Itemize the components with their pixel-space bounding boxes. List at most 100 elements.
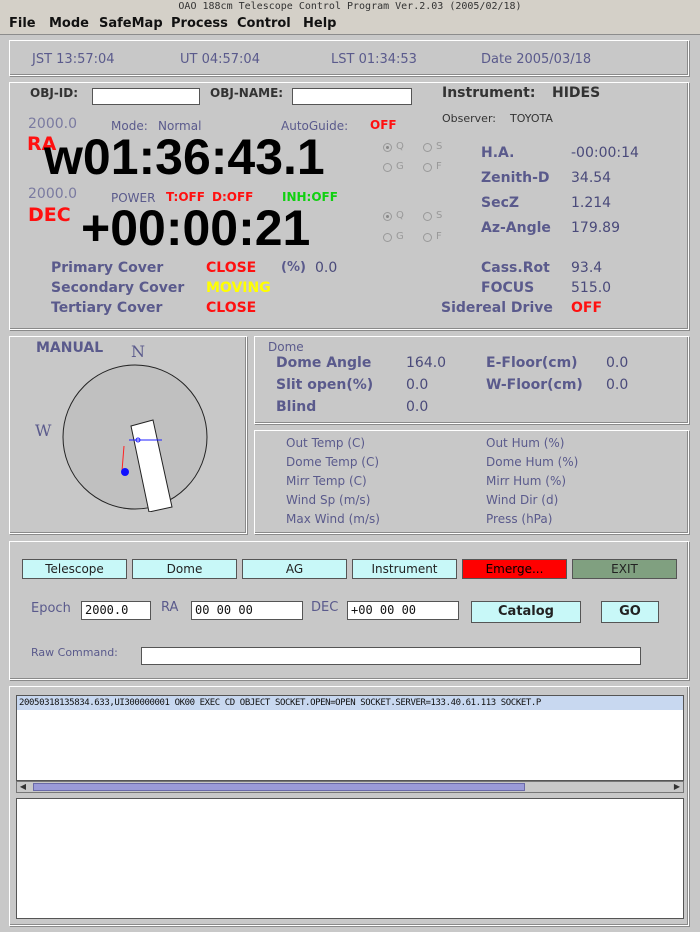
- ra-radio-g[interactable]: [383, 163, 392, 172]
- e-floor-label: E-Floor(cm): [486, 355, 578, 371]
- sidereal-drive-value: OFF: [571, 300, 603, 316]
- focus-label: FOCUS: [481, 280, 535, 296]
- menu-file[interactable]: File: [9, 16, 36, 31]
- dec-radio-s-label: S: [436, 210, 443, 221]
- out-temp-label: Out Temp (C): [286, 436, 366, 450]
- mirr-temp-label: Mirr Temp (C): [286, 474, 367, 488]
- scroll-right-icon[interactable]: ▶: [671, 782, 683, 792]
- ra-radio-q[interactable]: [383, 143, 392, 152]
- dec-input-label: DEC: [311, 600, 339, 615]
- zenith-label: Zenith-D: [481, 170, 550, 186]
- ra-radio-s[interactable]: [423, 143, 432, 152]
- log-panel: 20050318135834.633,UI300000001 OK00 EXEC…: [9, 686, 689, 926]
- secz-value: 1.214: [571, 195, 612, 211]
- telescope-status-panel: OBJ-ID: OBJ-NAME: Instrument: HIDES Obse…: [9, 82, 689, 330]
- tertiary-cover-value: CLOSE: [206, 300, 257, 316]
- catalog-button[interactable]: Catalog: [471, 601, 581, 623]
- scroll-left-icon[interactable]: ◀: [17, 782, 29, 792]
- ha-label: H.A.: [481, 145, 515, 161]
- menu-process[interactable]: Process: [171, 16, 228, 31]
- ra-radio-f-label: F: [436, 161, 442, 172]
- dec-radio-q-label: Q: [396, 210, 404, 221]
- cover-pct-label: (%): [281, 260, 306, 275]
- menu-bar: File Mode SafeMap Process Control Help: [0, 15, 700, 35]
- menu-safemap[interactable]: SafeMap: [99, 16, 163, 31]
- max-wind-label: Max Wind (m/s): [286, 512, 380, 526]
- instrument-button[interactable]: Instrument: [352, 559, 457, 579]
- raw-command-input[interactable]: [141, 647, 641, 665]
- menu-control[interactable]: Control: [237, 16, 291, 31]
- log-output[interactable]: 20050318135834.633,UI300000001 OK00 EXEC…: [16, 695, 684, 781]
- secondary-cover-value: MOVING: [206, 280, 271, 296]
- wind-dir-label: Wind Dir (d): [486, 493, 559, 507]
- title-bar: OAO 188cm Telescope Control Program Ver.…: [0, 0, 700, 16]
- obj-name-input[interactable]: [292, 88, 412, 105]
- ra-input-label: RA: [161, 600, 179, 615]
- autoguide-value: OFF: [370, 118, 397, 132]
- message-area[interactable]: [16, 798, 684, 919]
- sidereal-drive-label: Sidereal Drive: [441, 300, 553, 316]
- obj-id-input[interactable]: [92, 88, 200, 105]
- wind-speed-label: Wind Sp (m/s): [286, 493, 371, 507]
- ra-input[interactable]: 00 00 00: [191, 601, 303, 620]
- observer-label: Observer:: [442, 112, 496, 125]
- menu-help[interactable]: Help: [303, 16, 336, 31]
- telescope-marker: [121, 468, 129, 476]
- focus-value: 515.0: [571, 280, 612, 296]
- scroll-thumb[interactable]: [33, 783, 525, 791]
- west-label: W: [35, 421, 52, 440]
- ag-button[interactable]: AG: [242, 559, 347, 579]
- cass-rot-label: Cass.Rot: [481, 260, 550, 276]
- secondary-cover-label: Secondary Cover: [51, 280, 185, 296]
- zenith-value: 34.54: [571, 170, 612, 186]
- log-horizontal-scrollbar[interactable]: ◀ ▶: [16, 781, 684, 793]
- primary-cover-label: Primary Cover: [51, 260, 164, 276]
- dome-panel: Dome Dome Angle 164.0 Slit open(%) 0.0 B…: [254, 336, 689, 424]
- w-floor-value: 0.0: [606, 377, 629, 393]
- window-title: OAO 188cm Telescope Control Program Ver.…: [178, 1, 522, 12]
- dome-hum-label: Dome Hum (%): [486, 455, 579, 469]
- observer-value: TOYOTA: [510, 112, 553, 125]
- jst-readout: JST 13:57:04: [32, 52, 115, 67]
- dec-value: +00:00:21: [81, 200, 311, 256]
- sky-map-panel: MANUAL N W: [9, 336, 247, 534]
- dec-radio-f-label: F: [436, 231, 442, 242]
- epoch-input[interactable]: 2000.0: [81, 601, 151, 620]
- weather-panel: Out Temp (C) Dome Temp (C) Mirr Temp (C)…: [254, 430, 689, 534]
- map-mode-label: MANUAL: [36, 340, 104, 356]
- date-readout: Date 2005/03/18: [481, 52, 592, 67]
- telescope-button[interactable]: Telescope: [22, 559, 127, 579]
- obj-id-label: OBJ-ID:: [30, 86, 79, 100]
- instrument-value: HIDES: [552, 85, 601, 101]
- ra-radio-f[interactable]: [423, 163, 432, 172]
- az-value: 179.89: [571, 220, 620, 236]
- mirr-hum-label: Mirr Hum (%): [486, 474, 567, 488]
- cover-pct-value: 0.0: [315, 260, 338, 276]
- dec-radio-g-label: G: [396, 231, 404, 242]
- obj-name-label: OBJ-NAME:: [210, 86, 284, 100]
- dec-input[interactable]: +00 00 00: [347, 601, 459, 620]
- ra-radio-q-label: Q: [396, 141, 404, 152]
- control-panel: Telescope Dome AG Instrument Emerge... E…: [9, 541, 689, 680]
- raw-command-label: Raw Command:: [31, 646, 118, 659]
- primary-cover-value: CLOSE: [206, 260, 257, 276]
- dome-button[interactable]: Dome: [132, 559, 237, 579]
- time-panel: JST 13:57:04 UT 04:57:04 LST 01:34:53 Da…: [9, 40, 689, 76]
- go-button[interactable]: GO: [601, 601, 659, 623]
- dome-angle-value: 164.0: [406, 355, 447, 371]
- dec-radio-f[interactable]: [423, 233, 432, 242]
- out-hum-label: Out Hum (%): [486, 436, 565, 450]
- dec-radio-s[interactable]: [423, 212, 432, 221]
- menu-mode[interactable]: Mode: [49, 16, 89, 31]
- dec-radio-q[interactable]: [383, 212, 392, 221]
- exit-button[interactable]: EXIT: [572, 559, 677, 579]
- dome-position-map: [62, 364, 208, 512]
- ut-readout: UT 04:57:04: [180, 52, 260, 67]
- blind-label: Blind: [276, 399, 317, 415]
- dome-temp-label: Dome Temp (C): [286, 455, 380, 469]
- dome-title: Dome: [268, 340, 304, 354]
- emergency-button[interactable]: Emerge...: [462, 559, 567, 579]
- slit-open-label: Slit open(%): [276, 377, 374, 393]
- ra-value: w01:36:43.1: [44, 129, 325, 185]
- dec-radio-g[interactable]: [383, 233, 392, 242]
